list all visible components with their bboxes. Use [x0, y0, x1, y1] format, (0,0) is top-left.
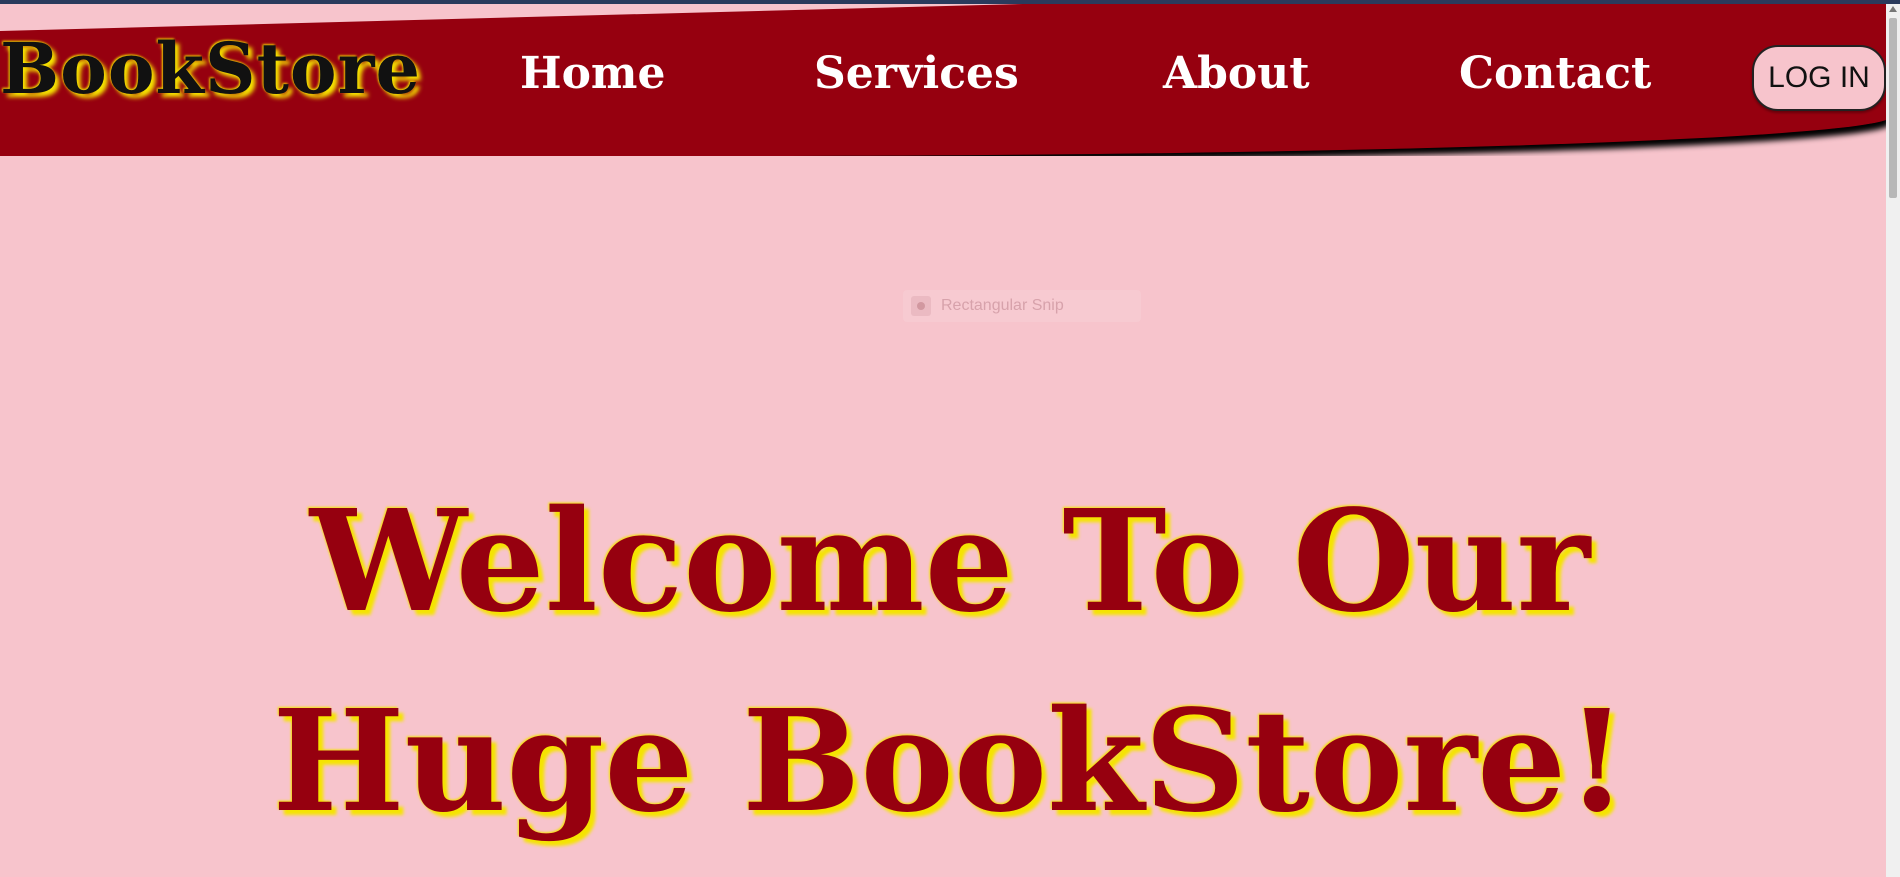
window-top-strip	[0, 0, 1900, 4]
brand-logo[interactable]: BookStore	[0, 34, 421, 104]
page: BookStore Home Services About Contact LO…	[0, 0, 1900, 877]
snip-tooltip: Rectangular Snip	[903, 290, 1141, 322]
hero-heading: Welcome To Our Huge BookStore!	[0, 462, 1900, 862]
scrollbar-thumb[interactable]	[1889, 18, 1897, 198]
vertical-scrollbar[interactable]	[1886, 4, 1900, 877]
scroll-up-arrow-icon[interactable]	[1889, 6, 1897, 12]
hero-line-2: Huge BookStore!	[272, 680, 1628, 844]
login-button[interactable]: LOG IN	[1752, 45, 1886, 111]
snip-label: Rectangular Snip	[941, 297, 1064, 314]
nav-link-about[interactable]: About	[1163, 52, 1310, 96]
hero-line-1: Welcome To Our	[309, 480, 1591, 644]
nav-link-home[interactable]: Home	[520, 52, 665, 96]
snip-icon	[911, 296, 931, 316]
nav-link-contact[interactable]: Contact	[1459, 52, 1651, 96]
nav-link-services[interactable]: Services	[814, 52, 1019, 96]
